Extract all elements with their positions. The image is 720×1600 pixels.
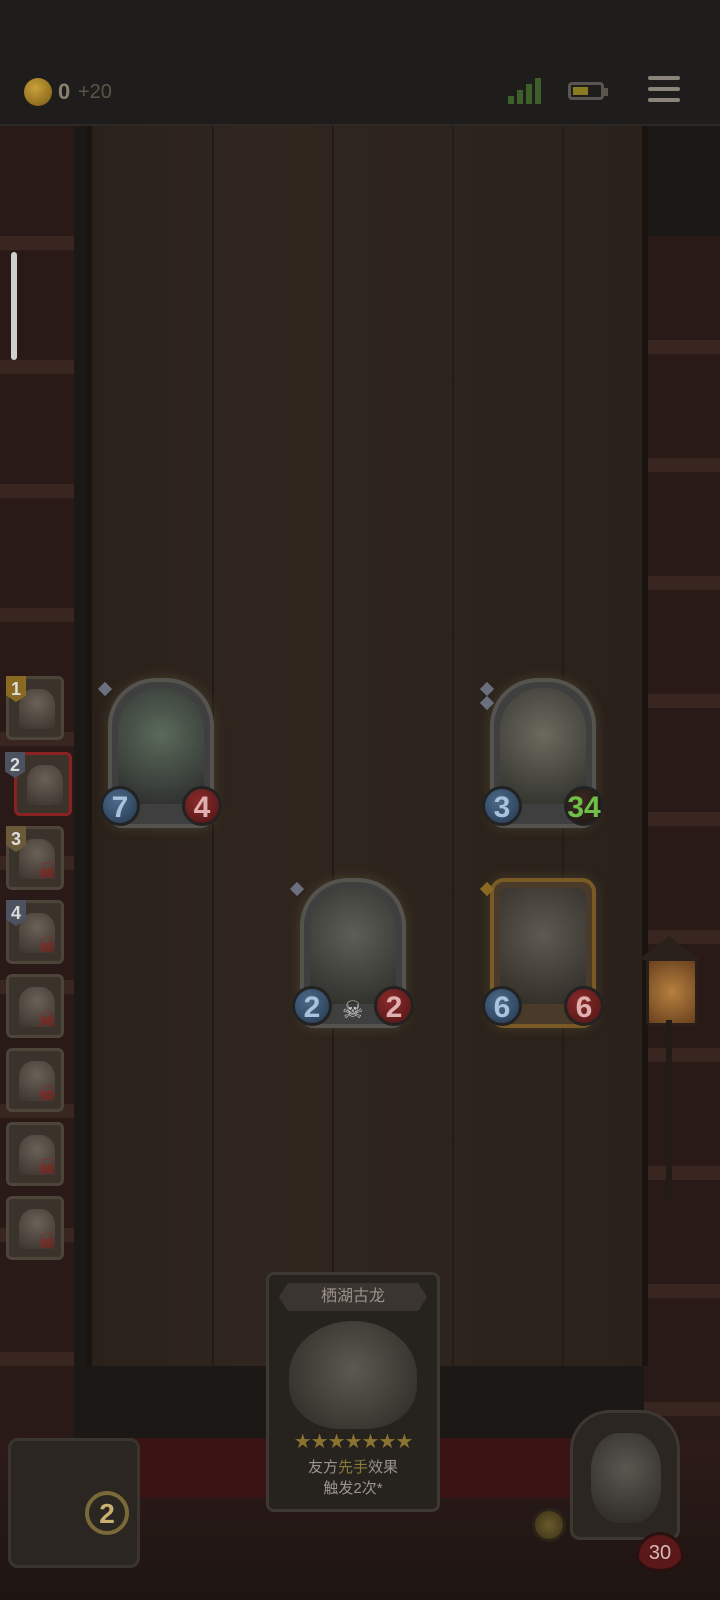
lamp-decoration xyxy=(634,930,704,1200)
card-attack: 2 xyxy=(292,986,332,1026)
opponent-queue-item[interactable]: ☠ xyxy=(6,1196,64,1260)
card-health: 4 xyxy=(182,786,222,826)
board-card-demon-girl[interactable]: 7 4 xyxy=(97,678,222,836)
battery-icon xyxy=(568,82,608,100)
top-status-bar: 0 +20 xyxy=(0,0,720,126)
bell-icon[interactable] xyxy=(532,1508,566,1542)
card-rank-icon xyxy=(289,881,305,897)
board-card-missile[interactable]: 6 6 xyxy=(479,878,604,1036)
skull-icon: ☠ xyxy=(37,1081,57,1106)
hand-card-description: 友方先手效果 触发2次* xyxy=(273,1457,433,1499)
card-rank-icon xyxy=(479,695,495,711)
card-rank-icon xyxy=(479,681,495,697)
opponent-queue-item[interactable]: 1 xyxy=(6,676,64,740)
card-rank-icon xyxy=(97,681,113,697)
board-card-lake-dragon[interactable]: 3 34 xyxy=(479,678,604,836)
skull-icon: ☠ xyxy=(342,997,364,1024)
gold-income: +20 xyxy=(78,81,112,103)
card-attack: 3 xyxy=(482,786,522,826)
skull-icon: ☠ xyxy=(37,1155,57,1180)
opponent-queue-item[interactable]: 2 xyxy=(5,752,72,816)
hand-card-title: 栖湖古龙 xyxy=(279,1283,427,1311)
desc-line2: 触发2次* xyxy=(323,1480,383,1497)
scroll-indicator[interactable] xyxy=(11,252,17,360)
deck-chest[interactable]: 2 xyxy=(8,1438,140,1568)
deck-count: 2 xyxy=(85,1491,129,1535)
skull-icon: ☠ xyxy=(37,1007,57,1032)
card-attack: 6 xyxy=(482,986,522,1026)
hero-portrait[interactable] xyxy=(570,1410,680,1540)
star-rating: ★★★★★★★ xyxy=(293,1431,414,1453)
menu-icon[interactable] xyxy=(648,76,680,104)
bookshelf-right xyxy=(644,236,720,1456)
hand-card-portrait xyxy=(289,1321,417,1429)
card-health: 34 xyxy=(564,786,604,826)
hand-card-lake-dragon[interactable]: 栖湖古龙 ★★★★★★★ 友方先手效果 触发2次* xyxy=(266,1272,440,1512)
card-health: 6 xyxy=(564,986,604,1026)
desc-prefix: 友方 xyxy=(307,1459,338,1476)
hero-health: 30 xyxy=(636,1532,684,1572)
skull-icon: ☠ xyxy=(37,1229,57,1254)
opponent-portrait xyxy=(27,765,63,805)
gold-count: 0 xyxy=(58,79,71,104)
signal-icon xyxy=(508,78,542,104)
opponent-queue-item[interactable]: 4 ☠ xyxy=(6,900,64,964)
desc-keyword: 先手 xyxy=(337,1459,368,1476)
skull-icon: ☠ xyxy=(37,859,57,884)
opponent-queue-item[interactable]: ☠ xyxy=(6,974,64,1038)
board-card-robot-tower[interactable]: 2 ☠ 2 xyxy=(289,878,414,1036)
opponent-queue-item[interactable]: ☠ xyxy=(6,1122,64,1186)
card-health: 2 xyxy=(374,986,414,1026)
card-attack: 7 xyxy=(100,786,140,826)
gold-coin-icon xyxy=(24,78,52,106)
desc-suffix: 效果 xyxy=(368,1459,399,1476)
opponent-queue-item[interactable]: ☠ xyxy=(6,1048,64,1112)
opponent-queue-item[interactable]: 3 ☠ xyxy=(6,826,64,890)
skull-icon: ☠ xyxy=(37,933,57,958)
